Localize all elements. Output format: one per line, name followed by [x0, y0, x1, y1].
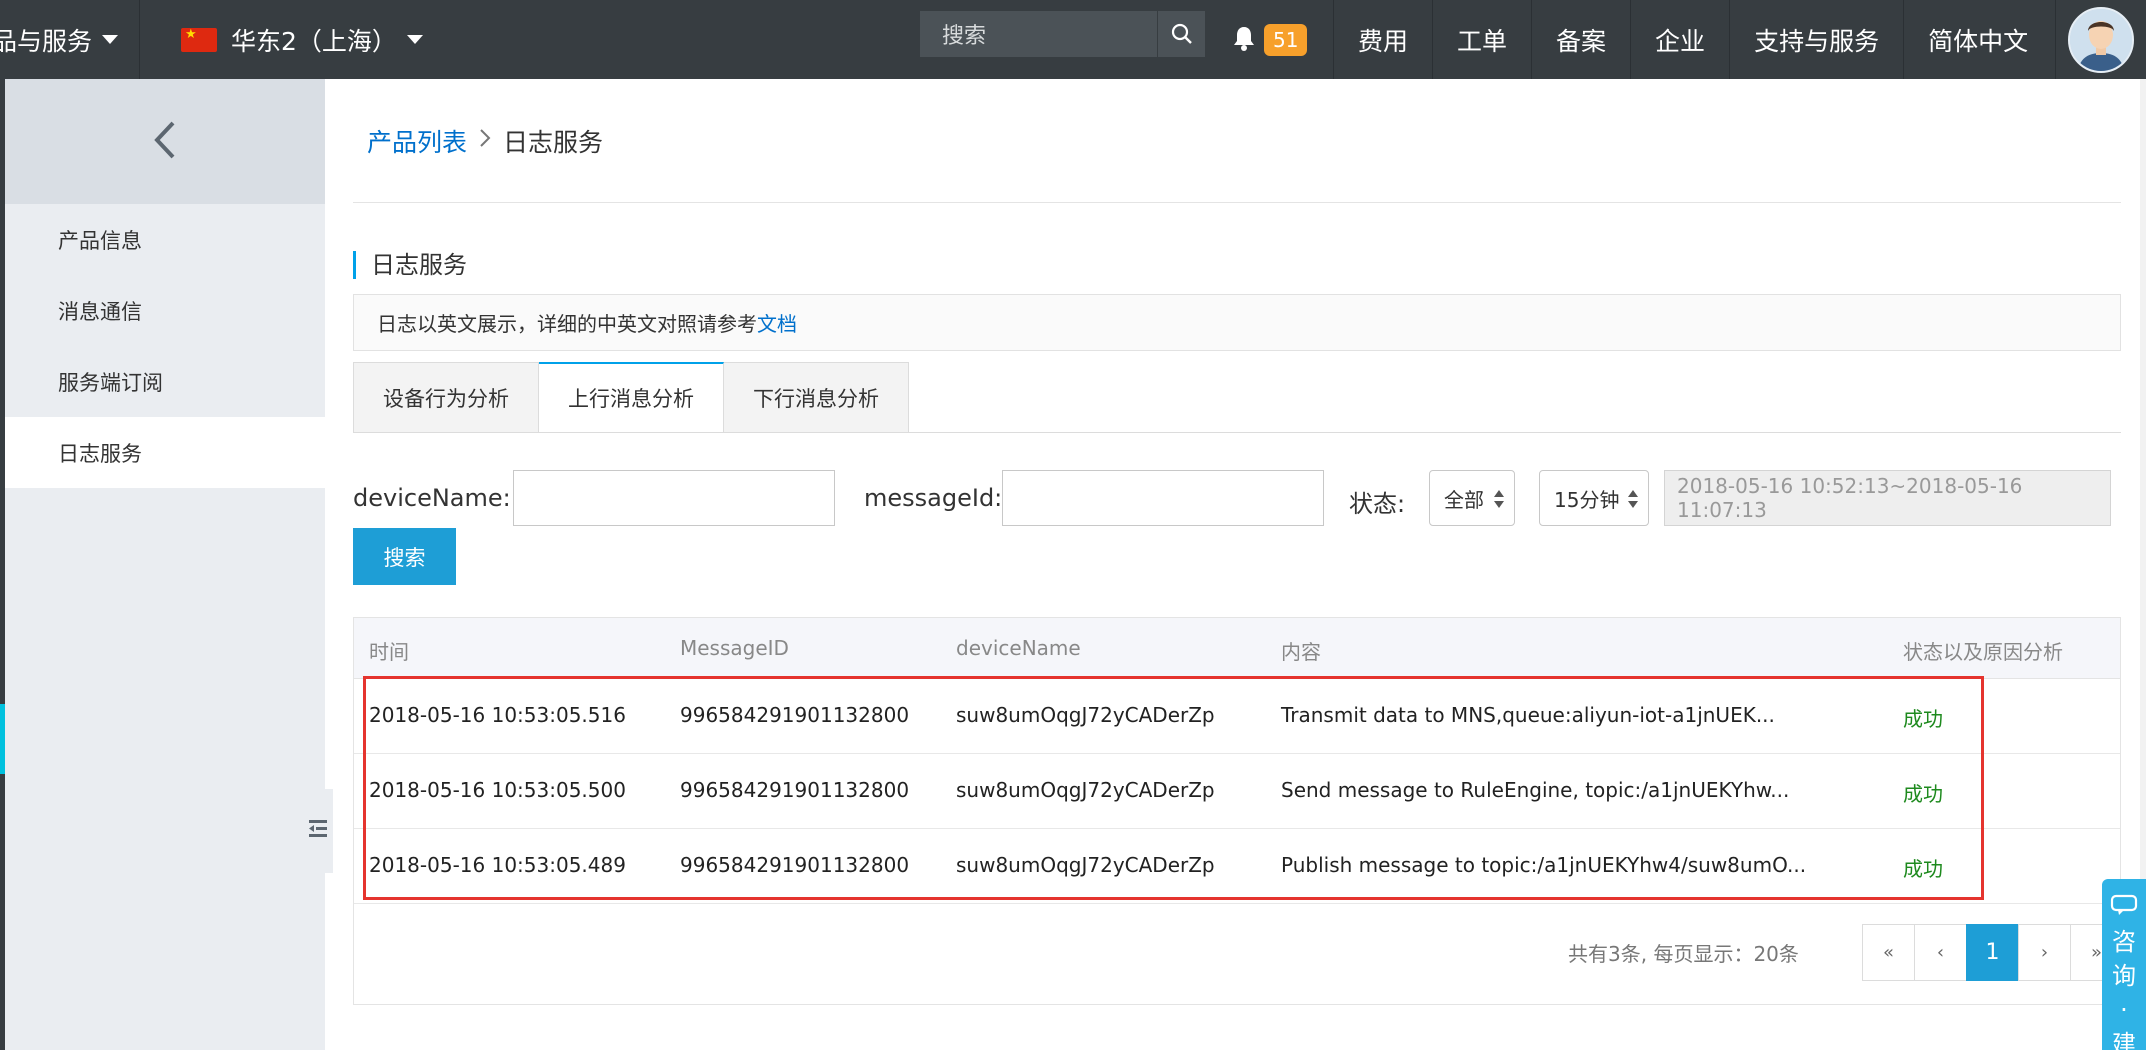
global-search[interactable]: 搜索	[920, 11, 1205, 57]
consult-char: 咨	[2112, 928, 2136, 956]
sidebar-item-server-subscription[interactable]: 服务端订阅	[5, 346, 325, 417]
message-id-label: messageId:	[864, 484, 1003, 512]
user-avatar-button[interactable]	[2055, 0, 2146, 79]
china-flag-icon	[181, 27, 217, 52]
column-header-time: 时间	[369, 640, 409, 664]
message-id-input[interactable]	[1002, 470, 1324, 526]
column-header-content: 内容	[1281, 640, 1321, 664]
menu-enterprise[interactable]: 企业	[1630, 0, 1729, 79]
pagination-page-button[interactable]: 1	[1966, 924, 2019, 981]
menu-icp-filing[interactable]: 备案	[1531, 0, 1630, 79]
pagination-first-button[interactable]: «	[1862, 924, 1915, 981]
highlight-annotation-box	[363, 676, 1984, 900]
notification-count-badge: 51	[1264, 23, 1308, 56]
pagination: « ‹ 1 › »	[1862, 924, 2123, 981]
notifications[interactable]: 51	[1232, 0, 1308, 79]
pagination-next-button[interactable]: ›	[2018, 924, 2071, 981]
products-services-menu[interactable]: 品与服务	[0, 0, 140, 79]
notice-banner: 日志以英文展示，详细的中英文对照请参考 文档	[353, 294, 2121, 351]
breadcrumb-product-list-link[interactable]: 产品列表	[367, 123, 467, 159]
search-icon[interactable]	[1157, 11, 1205, 57]
breadcrumb-current: 日志服务	[503, 128, 604, 157]
tabs-divider	[353, 432, 2121, 433]
products-services-label: 品与服务	[0, 26, 93, 56]
sidebar-item-product-info[interactable]: 产品信息	[5, 204, 325, 275]
product-sidebar: 产品信息 消息通信 服务端订阅 日志服务	[5, 79, 333, 1050]
chevron-right-icon	[479, 128, 491, 154]
pagination-prev-button[interactable]: ‹	[1914, 924, 1967, 981]
sidebar-item-log-service[interactable]: 日志服务	[5, 417, 325, 488]
filter-bar: deviceName: messageId: 状态: 全部 15分钟 2018-…	[353, 470, 2143, 526]
menu-support[interactable]: 支持与服务	[1729, 0, 1903, 79]
breadcrumb: 产品列表 日志服务	[367, 123, 603, 159]
main-content: 产品列表 日志服务 日志服务 日志以英文展示，详细的中英文对照请参考 文档 设备行…	[325, 79, 2146, 1050]
region-label: 华东2（上海）	[231, 26, 397, 56]
menu-language[interactable]: 简体中文	[1903, 0, 2052, 79]
region-selector[interactable]: 华东2（上海）	[181, 0, 423, 79]
chevron-down-icon	[102, 35, 119, 44]
status-select-value: 全部	[1444, 487, 1484, 512]
consult-char: 建	[2112, 1030, 2136, 1058]
section-title: 日志服务	[353, 251, 467, 279]
log-table: 时间 MessageID deviceName 内容 状态以及原因分析 2018…	[353, 617, 2123, 1005]
global-search-input[interactable]: 搜索	[920, 18, 1157, 50]
search-button[interactable]: 搜索	[353, 528, 456, 585]
pagination-summary: 共有3条, 每页显示：20条	[1568, 942, 1799, 966]
sidebar-collapse-button[interactable]	[5, 79, 325, 204]
notice-text: 日志以英文展示，详细的中英文对照请参考	[377, 312, 757, 336]
column-header-message-id: MessageID	[680, 636, 789, 660]
device-name-input[interactable]	[513, 470, 835, 526]
column-header-device-name: deviceName	[956, 636, 1081, 660]
top-menu: 费用 工单 备案 企业 支持与服务 简体中文	[1333, 0, 2052, 79]
divider	[353, 202, 2121, 203]
menu-tickets[interactable]: 工单	[1432, 0, 1531, 79]
sidebar-item-messaging[interactable]: 消息通信	[5, 275, 325, 346]
chevron-left-icon	[153, 120, 177, 164]
tab-device-behavior[interactable]: 设备行为分析	[353, 362, 539, 433]
column-header-status: 状态以及原因分析	[1903, 640, 2063, 664]
consult-char: 询	[2112, 962, 2136, 990]
consult-suggest-button[interactable]: 咨 询 · 建	[2102, 879, 2146, 1058]
analysis-tabs: 设备行为分析 上行消息分析 下行消息分析	[353, 362, 909, 433]
chat-icon	[2110, 891, 2138, 925]
top-navigation-bar: 品与服务 华东2（上海） 搜索 51 费用 工单 备案 企业 支持与服务 简体中…	[0, 0, 2146, 79]
consult-char: ·	[2120, 996, 2128, 1024]
datetime-range-input[interactable]: 2018-05-16 10:52:13~2018-05-16 11:07:13	[1664, 470, 2111, 526]
sort-arrows-icon	[1494, 490, 1504, 508]
status-select[interactable]: 全部	[1429, 470, 1515, 526]
tab-downstream-messages[interactable]: 下行消息分析	[724, 362, 909, 433]
right-scroll-edge	[2140, 79, 2146, 879]
time-range-select[interactable]: 15分钟	[1539, 470, 1649, 526]
tab-upstream-messages[interactable]: 上行消息分析	[539, 362, 724, 433]
notice-doc-link[interactable]: 文档	[757, 308, 797, 337]
device-name-label: deviceName:	[353, 484, 511, 512]
sort-arrows-icon	[1628, 490, 1638, 508]
table-header: 时间 MessageID deviceName 内容 状态以及原因分析	[354, 618, 2120, 679]
time-range-select-value: 15分钟	[1554, 487, 1620, 512]
status-label: 状态:	[1349, 490, 1406, 518]
chevron-down-icon	[406, 35, 423, 44]
bell-icon	[1232, 25, 1256, 55]
menu-billing[interactable]: 费用	[1333, 0, 1432, 79]
avatar	[2068, 6, 2134, 73]
